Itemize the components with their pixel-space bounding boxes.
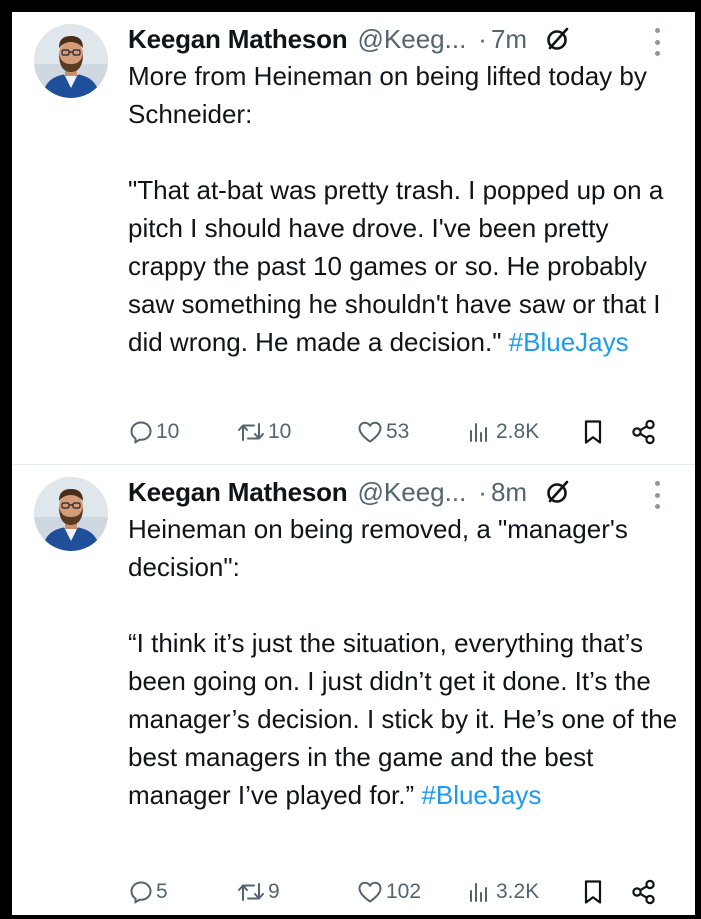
like-button[interactable]: 53: [356, 412, 409, 452]
reply-icon: [128, 879, 154, 905]
hashtag-link[interactable]: #BlueJays: [509, 327, 629, 357]
author-handle[interactable]: @Keeg...: [358, 473, 467, 511]
heart-icon: [356, 879, 384, 905]
tweet-header: Keegan Matheson @Keeg... · 8m: [128, 473, 571, 511]
tweet-text-line: “I think it’s just the situation, everyt…: [128, 628, 678, 810]
like-button[interactable]: 102: [356, 872, 421, 912]
separator-dot: ·: [478, 477, 487, 507]
retweet-count: 9: [268, 880, 280, 903]
reply-button[interactable]: 5: [128, 872, 168, 912]
tweet-quote: “I think it’s just the situation, everyt…: [128, 624, 688, 814]
timestamp[interactable]: 7m: [491, 20, 527, 58]
analytics-icon: [466, 419, 494, 445]
tweet-text-line: Heineman on being removed, a "manager's …: [128, 514, 628, 582]
retweet-button[interactable]: 10: [236, 412, 291, 452]
tweet-header: Keegan Matheson @Keeg... · 7m: [128, 20, 571, 58]
bookmark-button[interactable]: [580, 412, 606, 452]
tweet-quote: "That at-bat was pretty trash. I popped …: [128, 171, 688, 361]
tweet-text-line: More from Heineman on being lifted today…: [128, 61, 647, 129]
views-button[interactable]: 2.8K: [466, 412, 539, 452]
views-button[interactable]: 3.2K: [466, 872, 539, 912]
reply-button[interactable]: 10: [128, 412, 179, 452]
like-count: 53: [386, 420, 410, 443]
tweet[interactable]: Keegan Matheson @Keeg... · 7m More from …: [12, 12, 695, 464]
author-name[interactable]: Keegan Matheson: [128, 473, 348, 511]
timestamp[interactable]: 8m: [491, 473, 527, 511]
avatar[interactable]: [34, 477, 108, 551]
analytics-icon: [466, 879, 494, 905]
share-button[interactable]: [630, 872, 658, 912]
like-count: 102: [386, 880, 422, 903]
bookmark-icon: [580, 418, 606, 446]
retweet-count: 10: [268, 420, 292, 443]
timeline-feed: Keegan Matheson @Keeg... · 7m More from …: [12, 12, 695, 915]
tweet-text: Heineman on being removed, a "manager's …: [128, 510, 688, 814]
tweet[interactable]: Keegan Matheson @Keeg... · 8m Heineman o…: [12, 465, 695, 915]
reply-count: 10: [156, 420, 180, 443]
separator-dot: ·: [478, 24, 487, 54]
avatar[interactable]: [34, 24, 108, 98]
share-button[interactable]: [630, 412, 658, 452]
bookmark-button[interactable]: [580, 872, 606, 912]
no-entry-icon: [545, 479, 571, 505]
view-count: 2.8K: [496, 420, 540, 443]
heart-icon: [356, 419, 384, 445]
tweet-actions: 5 9 102 3.2K: [128, 872, 688, 912]
reply-icon: [128, 419, 154, 445]
reply-count: 5: [156, 880, 168, 903]
author-handle[interactable]: @Keeg...: [358, 20, 467, 58]
more-options-icon[interactable]: [650, 28, 664, 56]
view-count: 3.2K: [496, 880, 540, 903]
author-name[interactable]: Keegan Matheson: [128, 20, 348, 58]
retweet-button[interactable]: 9: [236, 872, 280, 912]
no-entry-icon: [545, 26, 571, 52]
share-icon: [630, 878, 658, 906]
more-options-icon[interactable]: [650, 481, 664, 509]
retweet-icon: [236, 879, 266, 905]
hashtag-link[interactable]: #BlueJays: [421, 780, 541, 810]
share-icon: [630, 418, 658, 446]
bookmark-icon: [580, 878, 606, 906]
retweet-icon: [236, 419, 266, 445]
tweet-text: More from Heineman on being lifted today…: [128, 57, 688, 361]
tweet-actions: 10 10 53 2.8K: [128, 412, 688, 452]
